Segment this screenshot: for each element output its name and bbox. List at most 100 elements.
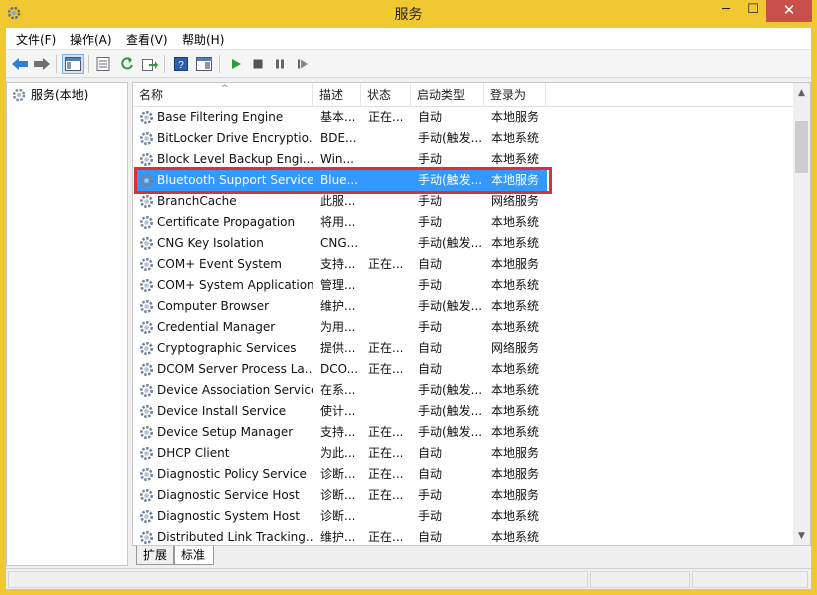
service-gear-icon xyxy=(140,384,153,397)
service-startup-type: 手动(触发... xyxy=(418,236,483,250)
scrollbar-thumb[interactable] xyxy=(795,121,808,173)
column-header-description[interactable]: 描述 xyxy=(313,83,361,107)
column-header-startup-type[interactable]: 启动类型 xyxy=(411,83,484,107)
view-tabs: 扩展 标准 xyxy=(132,546,811,566)
column-header-log-on-as[interactable]: 登录为 xyxy=(484,83,546,107)
service-gear-icon xyxy=(140,174,153,187)
help-button[interactable]: ? xyxy=(170,54,192,74)
service-description: 在系... xyxy=(320,383,356,397)
service-row[interactable]: Device Setup Manager 支持... 正在... 手动(触发... 本地… xyxy=(133,422,793,443)
status-bar xyxy=(6,568,811,589)
service-status: 正在... xyxy=(368,488,404,502)
refresh-button[interactable] xyxy=(116,54,138,74)
stop-service-button[interactable] xyxy=(247,54,269,74)
service-description: BDE... xyxy=(320,131,357,145)
maximize-button[interactable]: ☐ xyxy=(740,0,766,22)
service-description: 维护... xyxy=(320,299,356,313)
vertical-scrollbar[interactable]: ▲ ▼ xyxy=(793,83,810,545)
service-row[interactable]: BranchCache 此服... 手动 网络服务 xyxy=(133,191,793,212)
tab-standard[interactable]: 标准 xyxy=(174,546,214,565)
service-status xyxy=(368,401,408,422)
service-description: 管理... xyxy=(320,278,356,292)
service-description: 基本... xyxy=(320,110,356,124)
service-description: 诊断... xyxy=(320,467,356,481)
menu-help[interactable]: 帮助(H) xyxy=(182,31,224,48)
menu-file[interactable]: 文件(F) xyxy=(16,31,56,48)
service-name: Device Setup Manager xyxy=(157,425,294,439)
service-log-on-as: 本地系统 xyxy=(491,236,540,250)
service-row[interactable]: DCOM Server Process La... DCO... 正在... 自动 本地… xyxy=(133,359,793,380)
service-gear-icon xyxy=(140,300,153,313)
service-row[interactable]: Cryptographic Services 提供... 正在... 自动 网络服务 xyxy=(133,338,793,359)
service-startup-type: 手动(触发... xyxy=(418,425,483,439)
service-startup-type: 手动(触发... xyxy=(418,173,483,187)
service-description: 诊断... xyxy=(320,488,356,502)
minimize-button[interactable]: ─ xyxy=(712,0,740,22)
service-row[interactable]: COM+ Event System 支持... 正在... 自动 本地服务 xyxy=(133,254,793,275)
show-hide-console-tree-button[interactable] xyxy=(62,54,84,74)
service-status: 正在... xyxy=(368,530,404,544)
service-log-on-as: 本地服务 xyxy=(491,257,540,271)
service-log-on-as: 本地系统 xyxy=(491,299,540,313)
pause-service-button[interactable] xyxy=(269,54,291,74)
tree-item-services-local[interactable]: 服务(本地) xyxy=(11,86,88,103)
service-row[interactable]: Certificate Propagation 将用... 手动 本地系统 xyxy=(133,212,793,233)
service-gear-icon xyxy=(140,531,153,544)
service-description: DCO... xyxy=(320,362,359,376)
service-status: 正在... xyxy=(368,362,404,376)
service-name: Distributed Link Tracking... xyxy=(157,530,313,544)
title-bar[interactable]: 服务 ─ ☐ ✕ xyxy=(0,0,817,28)
console-tree-icon xyxy=(65,57,81,71)
service-description: 提供... xyxy=(320,341,356,355)
service-log-on-as: 本地系统 xyxy=(491,530,540,544)
service-log-on-as: 本地系统 xyxy=(491,278,540,292)
service-gear-icon xyxy=(140,153,153,166)
service-name: BitLocker Drive Encryptio... xyxy=(157,131,313,145)
service-row[interactable]: COM+ System Application 管理... 手动 本地系统 xyxy=(133,275,793,296)
service-row[interactable]: Credential Manager 为用... 手动 本地系统 xyxy=(133,317,793,338)
close-button[interactable]: ✕ xyxy=(766,0,812,22)
service-row[interactable]: DHCP Client 为此... 正在... 自动 本地服务 xyxy=(133,443,793,464)
service-description: CNG... xyxy=(320,236,359,250)
service-startup-type: 自动 xyxy=(418,257,443,271)
service-row[interactable]: CNG Key Isolation CNG... 手动(触发... 本地系统 xyxy=(133,233,793,254)
service-row[interactable]: BitLocker Drive Encryptio... BDE... 手动(触发.… xyxy=(133,128,793,149)
properties-button[interactable] xyxy=(92,54,114,74)
service-row[interactable]: Base Filtering Engine 基本... 正在... 自动 本地服务 xyxy=(133,107,793,128)
service-row[interactable]: Diagnostic Service Host 诊断... 正在... 手动 本地服务 xyxy=(133,485,793,506)
service-startup-type: 手动(触发... xyxy=(418,404,483,418)
service-row[interactable]: Device Association Service 在系... 手动(触发... 本… xyxy=(133,380,793,401)
menu-action[interactable]: 操作(A) xyxy=(70,31,112,48)
service-status: 正在... xyxy=(368,446,404,460)
service-row[interactable]: Bluetooth Support Service Blue... 手动(触发...… xyxy=(133,167,793,194)
client-area: 文件(F) 操作(A) 查看(V) 帮助(H) ? 服务(本地) 名称 ^ 描述… xyxy=(6,28,811,589)
scroll-up-icon[interactable]: ▲ xyxy=(793,85,810,102)
service-name: COM+ System Application xyxy=(157,278,313,292)
service-row[interactable]: Diagnostic System Host 诊断... 手动 本地系统 xyxy=(133,506,793,527)
forward-button[interactable] xyxy=(31,54,53,74)
service-row[interactable]: Computer Browser 维护... 手动(触发... 本地系统 xyxy=(133,296,793,317)
service-row[interactable]: Device Install Service 使计... 手动(触发... 本地系统 xyxy=(133,401,793,422)
service-name: BranchCache xyxy=(157,194,237,208)
service-gear-icon xyxy=(140,489,153,502)
service-row[interactable]: Diagnostic Policy Service 诊断... 正在... 自动 本地服… xyxy=(133,464,793,485)
column-header-name[interactable]: 名称 ^ xyxy=(133,83,313,107)
details-view-icon xyxy=(196,57,212,71)
back-button[interactable] xyxy=(9,54,31,74)
service-startup-type: 手动(触发... xyxy=(418,131,483,145)
export-list-button[interactable] xyxy=(139,54,161,74)
service-status: 正在... xyxy=(368,467,404,481)
menu-view[interactable]: 查看(V) xyxy=(126,31,168,48)
service-status xyxy=(368,128,408,149)
service-name: Diagnostic System Host xyxy=(157,509,301,523)
service-startup-type: 手动 xyxy=(418,215,443,229)
view-details-button[interactable] xyxy=(193,54,215,74)
scroll-down-icon[interactable]: ▼ xyxy=(793,528,810,545)
tab-extended[interactable]: 扩展 xyxy=(136,546,174,565)
column-header-status[interactable]: 状态 xyxy=(361,83,411,107)
service-description: Blue... xyxy=(320,173,358,187)
start-service-button[interactable] xyxy=(225,54,247,74)
service-startup-type: 自动 xyxy=(418,530,443,544)
restart-service-button[interactable] xyxy=(292,54,314,74)
service-row[interactable]: Distributed Link Tracking... 维护... 正在... 自动… xyxy=(133,527,793,545)
